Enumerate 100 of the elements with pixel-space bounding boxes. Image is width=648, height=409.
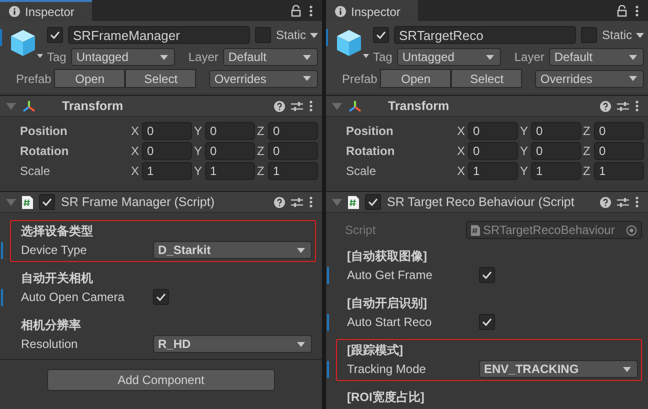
settings-sliders-icon[interactable] (617, 196, 629, 208)
info-icon (9, 6, 20, 17)
static-dropdown[interactable]: Static (602, 28, 644, 42)
checkmark-icon (482, 318, 492, 326)
number-field[interactable]: 0 (142, 122, 192, 140)
layer-label: Layer (514, 50, 544, 64)
transform-label: Rotation (346, 144, 396, 158)
number-field[interactable]: 1 (468, 162, 518, 180)
number-field[interactable]: 0 (268, 142, 318, 160)
property-header: 自动开关相机 (21, 270, 94, 286)
transform-label: Position (346, 124, 394, 138)
active-checkbox[interactable] (373, 27, 389, 43)
axis-label: Y (194, 144, 203, 158)
tag-label: Tag (373, 50, 392, 64)
property-dropdown[interactable]: D_Starkit (153, 241, 312, 259)
number-field[interactable]: 0 (531, 122, 581, 140)
checkmark-icon (368, 198, 378, 206)
settings-sliders-icon[interactable] (291, 100, 303, 112)
help-icon[interactable] (274, 100, 285, 112)
overrides-dropdown[interactable]: Overrides (535, 70, 644, 88)
property-checkbox[interactable] (153, 289, 169, 305)
help-icon[interactable] (600, 196, 611, 208)
axis-label: Z (583, 124, 592, 138)
active-checkbox[interactable] (47, 27, 63, 43)
transform-label: Position (20, 124, 68, 138)
static-dropdown[interactable]: Static (276, 28, 318, 42)
transform-axes-icon (22, 100, 36, 112)
axis-label: X (131, 144, 140, 158)
property-label: Auto Open Camera (21, 290, 126, 304)
more-icon[interactable] (309, 196, 313, 208)
more-icon[interactable] (635, 100, 639, 112)
settings-sliders-icon[interactable] (291, 196, 303, 208)
object-name-field[interactable]: SRTargetReco (394, 26, 576, 44)
number-field[interactable]: 1 (594, 162, 644, 180)
inspector-tab[interactable]: Inspector (326, 0, 418, 21)
number-field[interactable]: 0 (268, 122, 318, 140)
enabled-checkbox[interactable] (39, 194, 55, 210)
number-field[interactable]: 0 (531, 142, 581, 160)
tag-dropdown[interactable]: Untagged (397, 48, 502, 66)
static-checkbox[interactable] (254, 27, 271, 43)
layer-dropdown[interactable]: Default (549, 48, 644, 66)
enabled-checkbox[interactable] (365, 194, 381, 210)
number-field[interactable]: 1 (268, 162, 318, 180)
static-checkbox[interactable] (580, 27, 597, 43)
overrides-dropdown[interactable]: Overrides (209, 70, 318, 88)
axis-label: Z (583, 164, 592, 178)
number-field[interactable]: 1 (205, 162, 255, 180)
object-name-field[interactable]: SRFrameManager (68, 26, 250, 44)
property-header: [ROI宽度占比] (347, 388, 426, 406)
checkmark-icon (156, 293, 166, 301)
info-icon (335, 6, 346, 17)
axis-label: Z (257, 124, 266, 138)
script-file-icon (22, 196, 33, 208)
property-header: 相机分辨率 (21, 316, 82, 334)
lock-icon[interactable] (291, 4, 301, 16)
prefab-button[interactable]: Open (54, 69, 126, 88)
tag-dropdown[interactable]: Untagged (71, 48, 176, 66)
number-field[interactable]: 0 (205, 122, 255, 140)
more-icon[interactable] (309, 4, 313, 16)
prefab-button[interactable]: Open (380, 69, 452, 88)
cube-icon[interactable] (9, 28, 43, 60)
prefab-button[interactable]: Select (451, 69, 522, 88)
number-field[interactable]: 0 (468, 122, 518, 140)
settings-sliders-icon[interactable] (617, 100, 629, 112)
axis-label: X (131, 164, 140, 178)
inspector-tab[interactable]: Inspector (0, 0, 92, 21)
checkmark-icon (376, 31, 386, 39)
axis-label: X (457, 124, 466, 138)
help-icon[interactable] (600, 100, 611, 112)
add-component-button[interactable]: Add Component (47, 369, 275, 391)
more-icon[interactable] (635, 4, 639, 16)
property-dropdown[interactable]: R_HD (153, 335, 312, 353)
number-field[interactable]: 1 (142, 162, 192, 180)
number-field[interactable]: 0 (205, 142, 255, 160)
prefab-label: Prefab (342, 72, 378, 86)
more-icon[interactable] (309, 100, 313, 112)
property-checkbox[interactable] (479, 267, 495, 283)
transform-label: Scale (20, 164, 52, 178)
property-label: Tracking Mode (347, 362, 427, 376)
property-label: Auto Get Frame (347, 268, 434, 282)
more-icon[interactable] (635, 196, 639, 208)
help-icon[interactable] (274, 196, 285, 208)
axis-label: X (131, 124, 140, 138)
checkmark-icon (42, 198, 52, 206)
number-field[interactable]: 0 (142, 142, 192, 160)
property-header: 选择设备类型 (21, 222, 94, 240)
number-field[interactable]: 0 (468, 142, 518, 160)
number-field[interactable]: 0 (594, 122, 644, 140)
component-title: SR Frame Manager (Script) (61, 195, 215, 209)
layer-dropdown[interactable]: Default (223, 48, 318, 66)
prefab-button[interactable]: Select (125, 69, 196, 88)
number-field[interactable]: 0 (594, 142, 644, 160)
cube-icon[interactable] (335, 28, 369, 60)
lock-icon[interactable] (617, 4, 627, 16)
target-icon[interactable] (626, 224, 637, 236)
property-checkbox[interactable] (479, 314, 495, 330)
tag-label: Tag (47, 50, 66, 64)
transform-label: Scale (346, 164, 378, 178)
property-dropdown[interactable]: ENV_TRACKING (479, 360, 638, 378)
number-field[interactable]: 1 (531, 162, 581, 180)
